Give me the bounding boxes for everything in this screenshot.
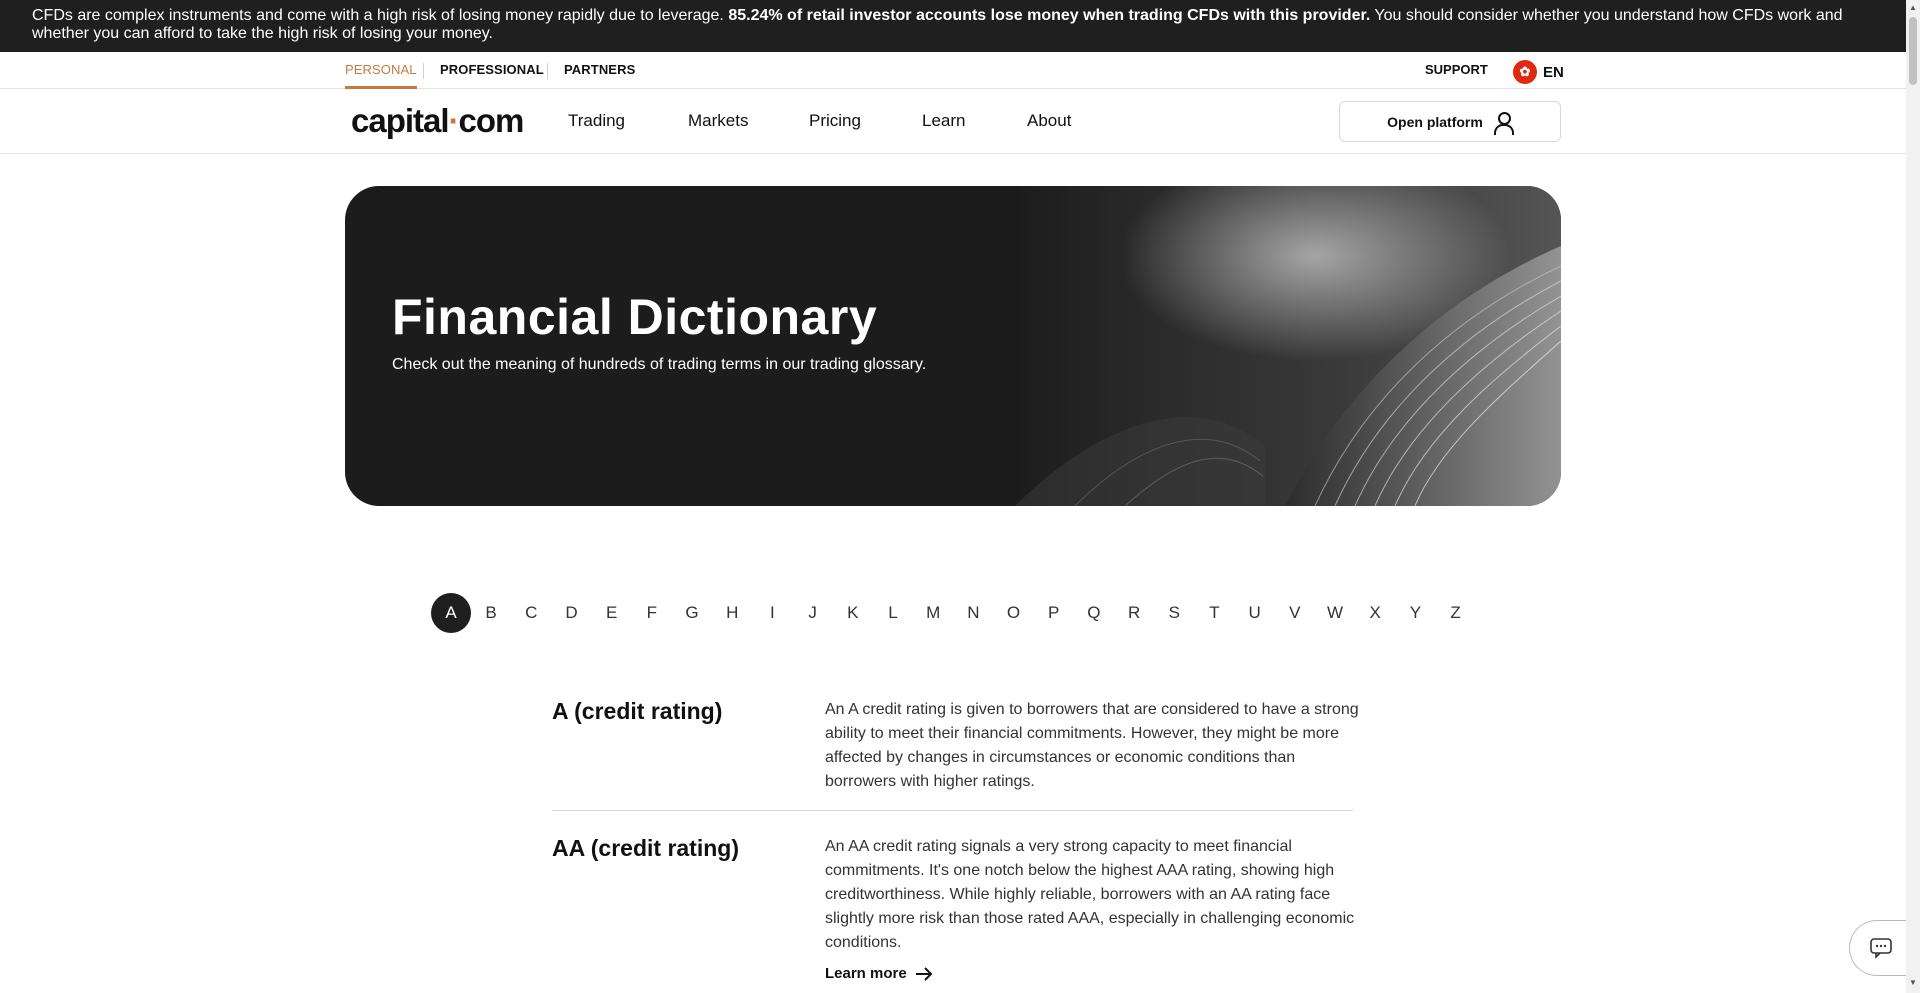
letter-z[interactable]: Z: [1436, 593, 1476, 633]
open-platform-button[interactable]: Open platform: [1339, 101, 1561, 142]
letter-h[interactable]: H: [712, 593, 752, 633]
letter-o[interactable]: O: [993, 593, 1033, 633]
logo-dot: ·: [448, 102, 460, 139]
letter-d[interactable]: D: [551, 593, 591, 633]
logo-right: com: [458, 102, 525, 139]
arrow-right-icon: [915, 966, 933, 981]
letter-q[interactable]: Q: [1074, 593, 1114, 633]
letter-x[interactable]: X: [1355, 593, 1395, 633]
segment-personal[interactable]: PERSONAL: [345, 62, 417, 89]
letter-g[interactable]: G: [672, 593, 712, 633]
letter-m[interactable]: M: [913, 593, 953, 633]
user-icon: [1493, 111, 1514, 135]
letter-n[interactable]: N: [953, 593, 993, 633]
top-navigation: PERSONAL PROFESSIONAL PARTNERS SUPPORT E…: [0, 52, 1906, 89]
entry-definition: An AA credit rating signals a very stron…: [825, 838, 1355, 951]
entry-definition: An A credit rating is given to borrowers…: [825, 701, 1359, 790]
alphabet-filter: A B C D E F G H I J K L M N O P Q R S T …: [431, 593, 1476, 633]
letter-r[interactable]: R: [1114, 593, 1154, 633]
scrollbar-thumb[interactable]: [1909, 17, 1917, 85]
book-pages-graphic: [1015, 246, 1561, 506]
letter-s[interactable]: S: [1154, 593, 1194, 633]
segment-divider: [547, 63, 548, 79]
letter-y[interactable]: Y: [1395, 593, 1435, 633]
scroll-down-arrow-icon[interactable]: ▼: [1909, 978, 1917, 987]
risk-warning-banner: CFDs are complex instruments and come wi…: [0, 0, 1906, 52]
logo-left: capital: [351, 102, 450, 139]
segment-partners[interactable]: PARTNERS: [564, 62, 635, 77]
entry-divider: [552, 810, 1353, 811]
main-navigation: capital·com Trading Markets Pricing Lear…: [0, 89, 1906, 154]
letter-t[interactable]: T: [1194, 593, 1234, 633]
letter-b[interactable]: B: [471, 593, 511, 633]
letter-u[interactable]: U: [1235, 593, 1275, 633]
segment-professional[interactable]: PROFESSIONAL: [440, 62, 544, 77]
letter-j[interactable]: J: [793, 593, 833, 633]
letter-i[interactable]: I: [752, 593, 792, 633]
capital-com-logo[interactable]: capital·com: [351, 102, 525, 140]
letter-k[interactable]: K: [833, 593, 873, 633]
letter-a[interactable]: A: [431, 593, 471, 633]
hong-kong-flag-icon: [1513, 60, 1537, 84]
letter-c[interactable]: C: [511, 593, 551, 633]
risk-warning-bold: 85.24% of retail investor accounts lose …: [728, 7, 1371, 24]
learn-more-label: Learn more: [825, 965, 907, 982]
letter-f[interactable]: F: [632, 593, 672, 633]
chat-icon: [1869, 938, 1892, 959]
scroll-up-arrow-icon[interactable]: ▲: [1909, 3, 1917, 12]
language-label: EN: [1543, 63, 1564, 81]
chat-button[interactable]: [1849, 920, 1911, 976]
hero-banner: Financial Dictionary Check out the meani…: [345, 186, 1561, 506]
risk-warning-text: CFDs are complex instruments and come wi…: [32, 7, 729, 24]
language-selector[interactable]: EN: [1513, 60, 1564, 84]
learn-more-link[interactable]: Learn more: [825, 965, 933, 982]
nav-item-pricing[interactable]: Pricing: [809, 111, 861, 131]
open-book-image: [1015, 186, 1561, 506]
nav-item-trading[interactable]: Trading: [568, 111, 625, 131]
entry-term[interactable]: A (credit rating): [552, 698, 722, 725]
letter-e[interactable]: E: [592, 593, 632, 633]
page-scrollbar[interactable]: ▲ ▼: [1906, 0, 1920, 993]
letter-w[interactable]: W: [1315, 593, 1355, 633]
nav-item-markets[interactable]: Markets: [688, 111, 748, 131]
open-platform-label: Open platform: [1387, 113, 1483, 130]
page-subtitle: Check out the meaning of hundreds of tra…: [392, 356, 927, 373]
support-link[interactable]: SUPPORT: [1425, 62, 1488, 77]
segment-divider: [423, 63, 424, 79]
nav-item-learn[interactable]: Learn: [922, 111, 965, 131]
letter-v[interactable]: V: [1275, 593, 1315, 633]
nav-item-about[interactable]: About: [1027, 111, 1071, 131]
page-title: Financial Dictionary: [392, 289, 878, 345]
entry-term[interactable]: AA (credit rating): [552, 835, 739, 862]
letter-l[interactable]: L: [873, 593, 913, 633]
letter-p[interactable]: P: [1034, 593, 1074, 633]
